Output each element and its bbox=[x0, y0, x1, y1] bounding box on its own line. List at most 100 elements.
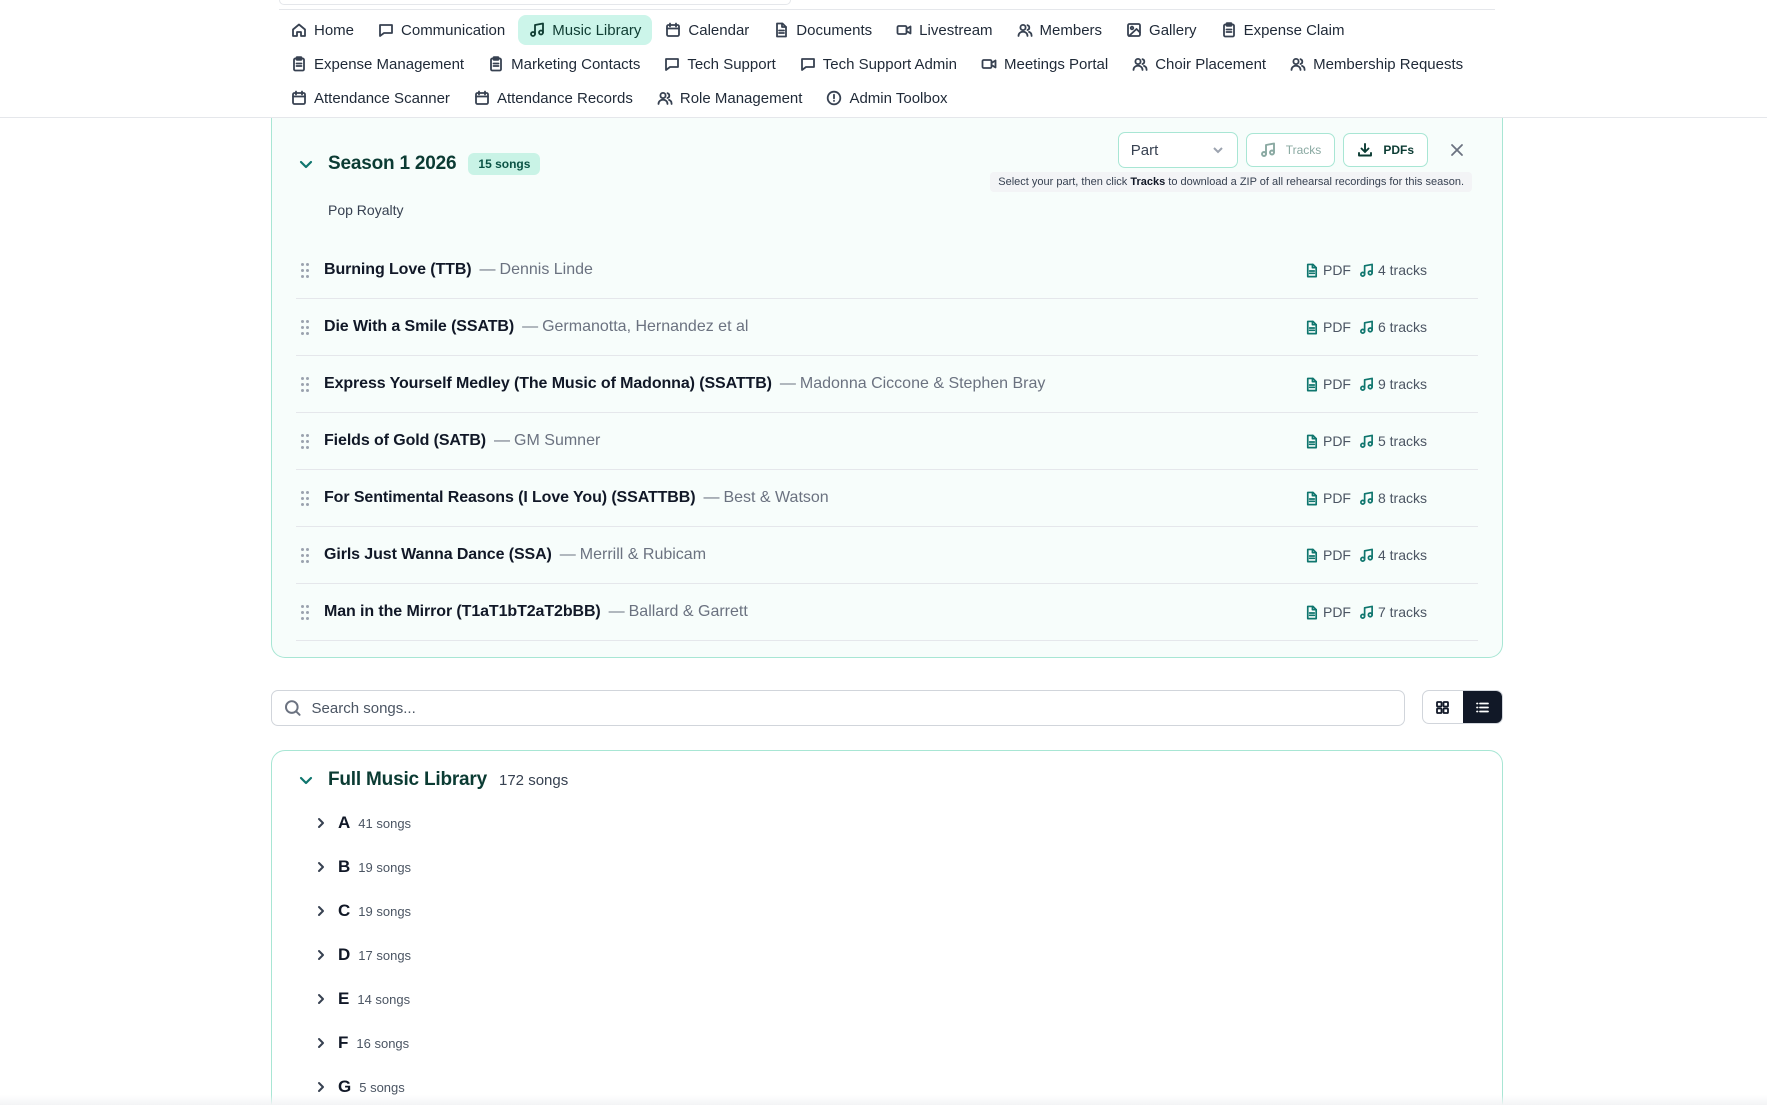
nav-item-choir-placement[interactable]: Choir Placement bbox=[1121, 49, 1277, 79]
song-meta: PDF 4 tracks bbox=[1304, 262, 1427, 278]
grid-view-button[interactable] bbox=[1423, 691, 1463, 723]
view-toggle bbox=[1422, 690, 1503, 724]
alert-circle-icon bbox=[827, 90, 842, 106]
letter-song-count: 19 songs bbox=[358, 903, 412, 919]
tracks-link[interactable]: 8 tracks bbox=[1359, 490, 1427, 506]
close-button[interactable] bbox=[1442, 135, 1472, 165]
chevron-down-icon bbox=[1213, 147, 1223, 154]
nav-item-expense-management[interactable]: Expense Management bbox=[280, 49, 475, 79]
list-view-button[interactable] bbox=[1462, 691, 1502, 723]
tracks-link[interactable]: 4 tracks bbox=[1359, 262, 1427, 278]
nav-item-meetings-portal[interactable]: Meetings Portal bbox=[970, 49, 1119, 79]
tracks-link[interactable]: 7 tracks bbox=[1359, 604, 1427, 620]
chevron-right-icon bbox=[318, 1082, 324, 1092]
letter-group-e[interactable]: E 14 songs bbox=[314, 989, 410, 1009]
drag-handle-icon[interactable] bbox=[296, 547, 318, 563]
search-input[interactable] bbox=[311, 699, 1392, 717]
nav-item-music-library[interactable]: Music Library bbox=[518, 15, 653, 45]
tracks-link[interactable]: 5 tracks bbox=[1359, 433, 1427, 449]
music-icon bbox=[1360, 377, 1373, 391]
letter-group-b[interactable]: B 19 songs bbox=[314, 857, 411, 877]
nav-item-livestream[interactable]: Livestream bbox=[885, 15, 1003, 45]
drag-handle-icon[interactable] bbox=[296, 604, 318, 620]
song-row[interactable]: Girls Just Wanna Dance (SSA) — Merrill & R… bbox=[296, 527, 1478, 584]
nav-item-label: Members bbox=[1039, 21, 1103, 39]
nav-item-calendar[interactable]: Calendar bbox=[654, 15, 760, 45]
music-icon bbox=[1360, 548, 1373, 562]
nav-item-marketing-contacts[interactable]: Marketing Contacts bbox=[477, 49, 651, 79]
part-select[interactable]: Part bbox=[1117, 132, 1238, 168]
nav-item-tech-support-admin[interactable]: Tech Support Admin bbox=[789, 49, 968, 79]
nav-item-role-management[interactable]: Role Management bbox=[646, 83, 814, 113]
library-count: 172 songs bbox=[499, 771, 569, 789]
nav-item-label: Tech Support Admin bbox=[822, 55, 957, 73]
pdf-link[interactable]: PDF bbox=[1304, 433, 1351, 449]
drag-handle-icon[interactable] bbox=[296, 433, 318, 449]
pdf-link[interactable]: PDF bbox=[1304, 490, 1351, 506]
letter-group-f[interactable]: F 16 songs bbox=[314, 1033, 409, 1053]
song-row[interactable]: Express Yourself Medley (The Music of Ma… bbox=[296, 356, 1478, 413]
nav-item-expense-claim[interactable]: Expense Claim bbox=[1210, 15, 1356, 45]
song-row[interactable]: For Sentimental Reasons (I Love You) (SS… bbox=[296, 470, 1478, 527]
pdf-label: PDF bbox=[1322, 547, 1351, 563]
letter-song-count: 5 songs bbox=[359, 1079, 405, 1095]
library-title: Full Music Library bbox=[328, 769, 487, 790]
drag-handle-icon[interactable] bbox=[296, 262, 318, 278]
nav-item-admin-toolbox[interactable]: Admin Toolbox bbox=[815, 83, 958, 113]
letter-group-d[interactable]: D 17 songs bbox=[314, 945, 411, 965]
pdf-link[interactable]: PDF bbox=[1304, 376, 1351, 392]
drag-handle-icon[interactable] bbox=[296, 319, 318, 335]
nav-item-membership-requests[interactable]: Membership Requests bbox=[1279, 49, 1474, 79]
season-controls: Part Tracks PDFs bbox=[1117, 132, 1472, 168]
video-icon bbox=[896, 25, 912, 35]
pdfs-button[interactable]: PDFs bbox=[1343, 133, 1428, 167]
nav-item-label: Documents bbox=[796, 21, 873, 39]
pdf-link[interactable]: PDF bbox=[1304, 262, 1351, 278]
nav-item-attendance-records[interactable]: Attendance Records bbox=[463, 83, 644, 113]
nav-item-home[interactable]: Home bbox=[280, 15, 365, 45]
nav-item-gallery[interactable]: Gallery bbox=[1115, 15, 1208, 45]
pdf-label: PDF bbox=[1322, 262, 1351, 278]
tracks-button[interactable]: Tracks bbox=[1245, 133, 1336, 167]
song-row[interactable]: Man in the Mirror (T1aT1bT2aT2bBB) — Balla… bbox=[296, 584, 1478, 641]
users-icon bbox=[1017, 24, 1033, 37]
pdf-link[interactable]: PDF bbox=[1304, 604, 1351, 620]
song-row[interactable]: Fields of Gold (SATB) — GM Sumner PDF 5 trac… bbox=[296, 413, 1478, 470]
nav-item-label: Membership Requests bbox=[1313, 55, 1464, 73]
chevron-right-icon bbox=[318, 818, 324, 828]
chevron-down-icon[interactable] bbox=[298, 156, 314, 172]
document-icon bbox=[1306, 320, 1318, 334]
nav-item-documents[interactable]: Documents bbox=[762, 15, 883, 45]
song-meta: PDF 6 tracks bbox=[1304, 319, 1427, 335]
nav-item-members[interactable]: Members bbox=[1006, 15, 1114, 45]
tracks-link[interactable]: 9 tracks bbox=[1359, 376, 1427, 392]
tracks-hint: Select your part, then click Tracks to d… bbox=[990, 172, 1472, 192]
tracks-count: 7 tracks bbox=[1377, 604, 1427, 620]
tracks-button-label: Tracks bbox=[1285, 143, 1322, 157]
song-meta: PDF 4 tracks bbox=[1304, 547, 1427, 563]
song-meta: PDF 7 tracks bbox=[1304, 604, 1427, 620]
users-icon bbox=[1290, 58, 1306, 71]
nav-item-communication[interactable]: Communication bbox=[367, 15, 516, 45]
search-bar bbox=[271, 690, 1405, 726]
season-title: Season 1 2026 bbox=[328, 153, 457, 174]
drag-handle-icon[interactable] bbox=[296, 376, 318, 392]
nav-item-tech-support[interactable]: Tech Support bbox=[653, 49, 786, 79]
song-row[interactable]: Burning Love (TTB) — Dennis Linde PDF 4 trac… bbox=[296, 242, 1478, 299]
letter-group-g[interactable]: G 5 songs bbox=[314, 1077, 405, 1097]
song-row[interactable]: Die With a Smile (SSATB) — Germanotta, Her… bbox=[296, 299, 1478, 356]
letter-group-a[interactable]: A 41 songs bbox=[314, 813, 411, 833]
grid-icon bbox=[1436, 700, 1450, 714]
pdf-link[interactable]: PDF bbox=[1304, 319, 1351, 335]
document-icon bbox=[776, 22, 788, 38]
letter-group-c[interactable]: C 19 songs bbox=[314, 901, 411, 921]
document-icon bbox=[1306, 434, 1318, 448]
chevron-down-icon[interactable] bbox=[298, 772, 314, 788]
tracks-link[interactable]: 6 tracks bbox=[1359, 319, 1427, 335]
top-navigation: Home Communication Music Library Calendar Do… bbox=[0, 0, 1767, 118]
drag-handle-icon[interactable] bbox=[296, 490, 318, 506]
song-separator: — bbox=[522, 318, 539, 335]
pdf-link[interactable]: PDF bbox=[1304, 547, 1351, 563]
nav-item-attendance-scanner[interactable]: Attendance Scanner bbox=[280, 83, 461, 113]
tracks-link[interactable]: 4 tracks bbox=[1359, 547, 1427, 563]
